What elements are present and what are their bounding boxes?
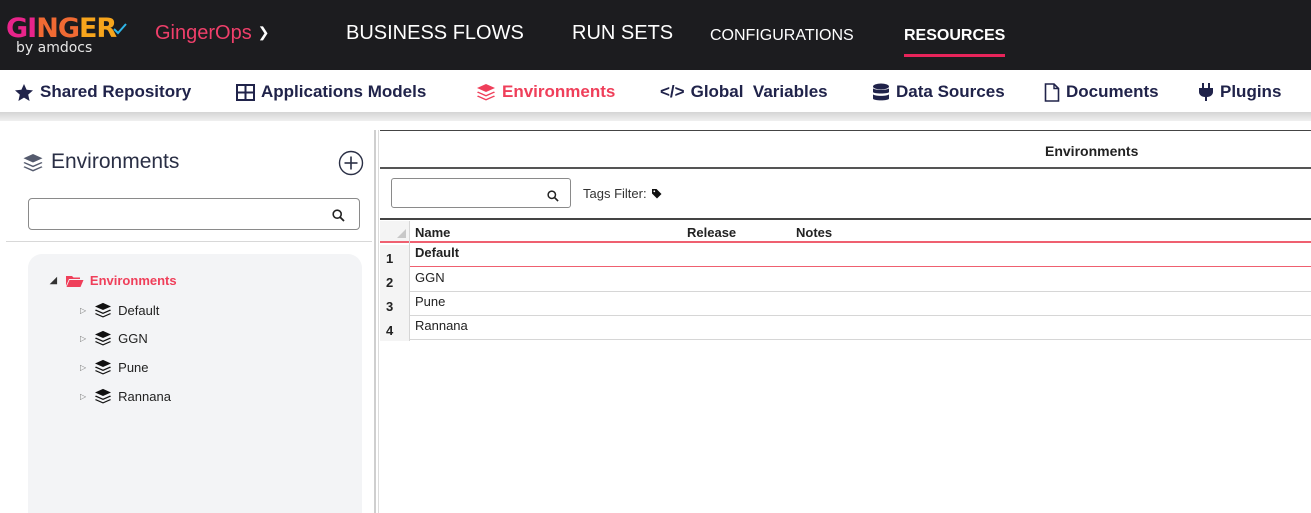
table-row[interactable]: Default bbox=[410, 243, 1311, 267]
grid-top-border bbox=[380, 218, 1311, 220]
table-row[interactable]: Rannana bbox=[410, 316, 1311, 340]
chevron-down-icon: ❯ bbox=[257, 24, 270, 40]
table-row[interactable]: Pune bbox=[410, 292, 1311, 316]
tree-item-label: Default bbox=[118, 302, 160, 318]
subnav-label: Applications Models bbox=[261, 82, 427, 101]
tags-filter-label: Tags Filter: bbox=[583, 186, 647, 201]
check-icon bbox=[113, 23, 127, 35]
subnav-label: Shared Repository bbox=[40, 82, 192, 101]
grid-search-box bbox=[391, 178, 571, 208]
plug-icon bbox=[1198, 82, 1214, 102]
nav-resources-label: RESOURCES bbox=[904, 27, 1006, 44]
ginger-logo: GINGER by amdocs bbox=[6, 14, 146, 62]
collapsed-triangle-icon[interactable]: ▷ bbox=[80, 363, 86, 372]
tree-panel-title: Environments bbox=[51, 150, 180, 173]
tree-search-input[interactable] bbox=[35, 199, 319, 229]
subnav-applications-models[interactable]: Applications Models bbox=[236, 80, 426, 104]
subnav-plugins[interactable]: Plugins bbox=[1198, 80, 1281, 104]
tree-item-pune[interactable]: ▷ Pune bbox=[80, 359, 149, 375]
layers-icon bbox=[476, 83, 496, 101]
panel-divider bbox=[6, 241, 372, 242]
tree-item-label: Pune bbox=[118, 359, 149, 375]
subnav-label: Data Sources bbox=[896, 82, 1005, 101]
solution-name: GingerOps bbox=[155, 22, 252, 44]
active-nav-underline bbox=[904, 54, 1006, 57]
grid-icon bbox=[236, 83, 255, 101]
tree-item-ggn[interactable]: ▷ GGN bbox=[80, 330, 148, 346]
layers-icon bbox=[94, 359, 112, 375]
collapsed-triangle-icon[interactable]: ▷ bbox=[80, 306, 86, 315]
star-icon bbox=[14, 83, 34, 102]
nav-business-flows[interactable]: BUSINESS FLOWS bbox=[346, 22, 524, 45]
tree-search-box bbox=[28, 198, 360, 230]
subnav-label: Documents bbox=[1066, 82, 1159, 101]
tree-item-label: Rannana bbox=[118, 388, 171, 404]
subnav-environments[interactable]: Environments bbox=[476, 80, 615, 104]
nav-configurations[interactable]: CONFIGURATIONS bbox=[710, 27, 854, 45]
add-environment-button[interactable] bbox=[338, 150, 364, 176]
row-number[interactable]: 3 bbox=[380, 293, 409, 317]
subnav-shared-repository[interactable]: Shared Repository bbox=[14, 80, 191, 104]
grid-header bbox=[410, 221, 1311, 241]
tree-root-environments[interactable]: ◢ Environments bbox=[50, 273, 177, 288]
document-icon bbox=[1044, 82, 1060, 102]
table-row[interactable]: GGN bbox=[410, 268, 1311, 292]
corner-triangle-icon bbox=[397, 229, 406, 238]
search-icon[interactable] bbox=[547, 187, 559, 206]
subnav-label: Global Variables bbox=[690, 82, 828, 101]
column-header-name[interactable]: Name bbox=[415, 225, 450, 240]
database-icon bbox=[872, 83, 890, 102]
folder-open-icon bbox=[65, 274, 84, 288]
row-number[interactable]: 4 bbox=[380, 317, 409, 341]
plus-circle-icon bbox=[338, 150, 364, 176]
layers-icon bbox=[94, 388, 112, 404]
subnav-data-sources[interactable]: Data Sources bbox=[872, 80, 1005, 104]
subnav-documents[interactable]: Documents bbox=[1044, 80, 1159, 104]
row-number[interactable]: 2 bbox=[380, 269, 409, 293]
grid-panel-title: Environments bbox=[1045, 143, 1139, 159]
layers-icon bbox=[94, 330, 112, 346]
search-icon[interactable] bbox=[332, 207, 345, 226]
tree-root-label: Environments bbox=[89, 273, 177, 288]
grid-select-all-corner[interactable] bbox=[380, 221, 409, 241]
panel-splitter[interactable] bbox=[374, 130, 376, 513]
row-header-divider bbox=[409, 221, 410, 341]
tag-icon[interactable] bbox=[651, 188, 662, 199]
tags-filter[interactable]: Tags Filter: bbox=[583, 186, 662, 201]
grid-panel-border bbox=[380, 130, 1311, 131]
column-header-release[interactable]: Release bbox=[687, 225, 736, 240]
code-icon: </> bbox=[660, 82, 685, 101]
tree-item-default[interactable]: ▷ Default bbox=[80, 302, 159, 318]
collapsed-triangle-icon[interactable]: ▷ bbox=[80, 392, 86, 401]
subnav-label: Environments bbox=[502, 82, 616, 101]
nav-run-sets[interactable]: RUN SETS bbox=[572, 22, 673, 45]
layers-icon bbox=[22, 153, 44, 176]
logo-byline: by amdocs bbox=[16, 40, 93, 56]
grid-search-input[interactable] bbox=[396, 179, 550, 207]
subnav-label: Plugins bbox=[1220, 82, 1282, 101]
tree-item-label: GGN bbox=[118, 330, 148, 346]
tree-item-rannana[interactable]: ▷ Rannana bbox=[80, 388, 171, 404]
subnav-divider bbox=[0, 112, 1311, 121]
grid-title-divider bbox=[380, 167, 1311, 169]
column-header-notes[interactable]: Notes bbox=[796, 225, 832, 240]
expanded-triangle-icon[interactable]: ◢ bbox=[50, 275, 57, 286]
layers-icon bbox=[94, 302, 112, 318]
nav-resources[interactable]: RESOURCES bbox=[904, 27, 1006, 57]
collapsed-triangle-icon[interactable]: ▷ bbox=[80, 334, 86, 343]
row-number[interactable]: 1 bbox=[380, 245, 409, 269]
tree-view bbox=[28, 254, 362, 513]
panel-splitter-edge bbox=[378, 130, 379, 513]
solution-selector[interactable]: GingerOps ❯ bbox=[155, 22, 269, 45]
subnav-global-variables[interactable]: </> Global Variables bbox=[660, 80, 828, 104]
